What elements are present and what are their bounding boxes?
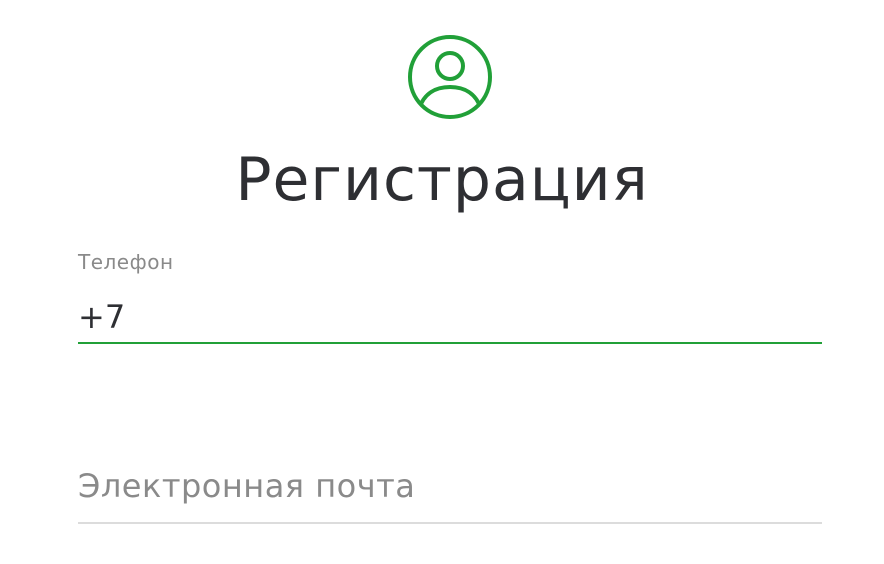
email-field bbox=[78, 450, 822, 528]
phone-field: Телефон bbox=[78, 248, 822, 358]
page-title: Регистрация bbox=[235, 145, 649, 215]
phone-label: Телефон bbox=[78, 250, 174, 274]
user-circle-icon bbox=[406, 33, 494, 121]
email-input[interactable] bbox=[78, 450, 822, 524]
phone-input[interactable] bbox=[78, 292, 822, 344]
